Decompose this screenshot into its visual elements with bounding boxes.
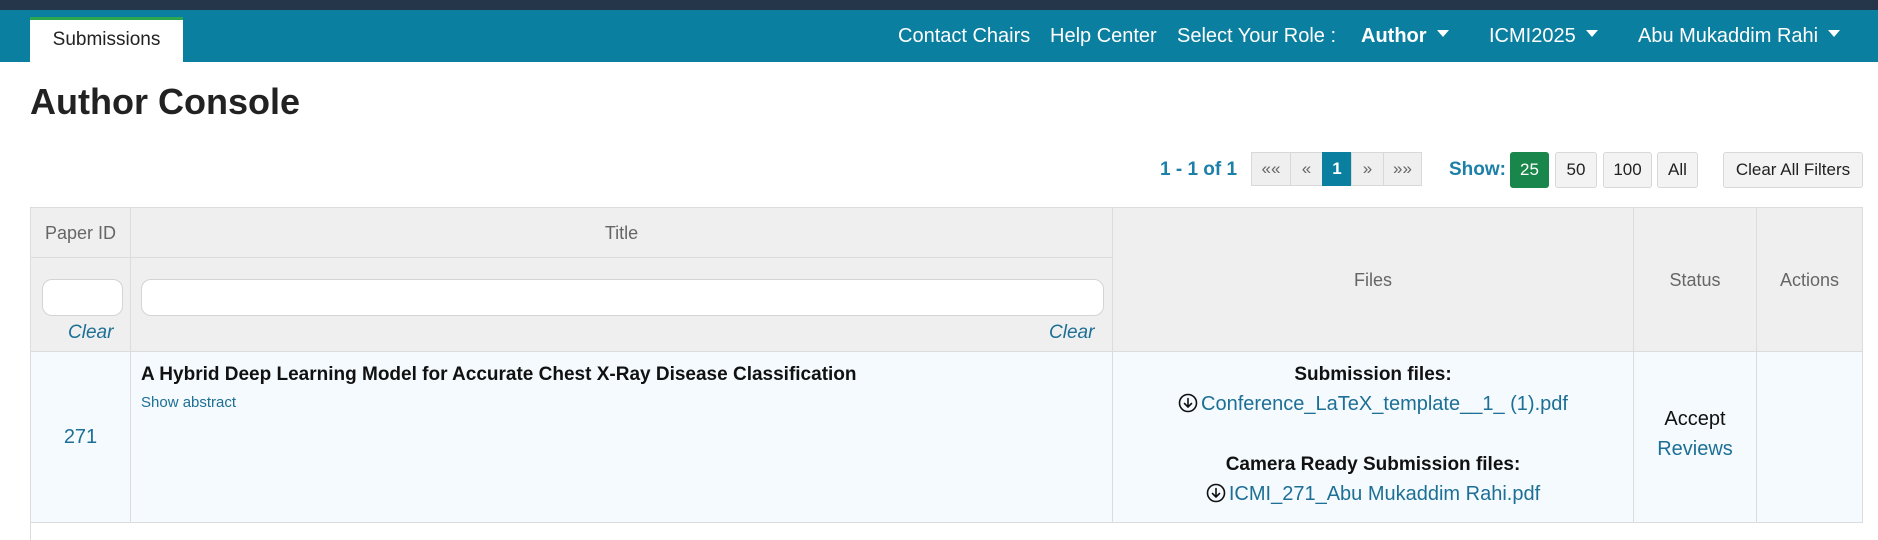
submission-files-label: Submission files: (1294, 364, 1452, 385)
download-icon (1206, 483, 1226, 503)
page-size-all-button[interactable]: All (1657, 152, 1698, 188)
paper-id-filter-input[interactable] (42, 279, 123, 316)
first-page-button[interactable]: «« (1251, 152, 1291, 186)
table-row-actions (1757, 352, 1863, 523)
conference-value: ICMI2025 (1489, 25, 1576, 47)
caret-down-icon (1585, 30, 1598, 38)
show-label: Show: (1449, 159, 1506, 180)
last-page-button[interactable]: »» (1383, 152, 1422, 186)
filter-cell-paper-id: Clear (30, 258, 131, 352)
next-page-button[interactable]: » (1351, 152, 1384, 186)
table-left-border (30, 523, 31, 540)
show-abstract-link[interactable]: Show abstract (141, 394, 236, 411)
tab-submissions[interactable]: Submissions (30, 17, 183, 63)
contact-chairs-link[interactable]: Contact Chairs (898, 24, 1030, 48)
submission-file-link[interactable]: Conference_LaTeX_template__1_ (1).pdf (1201, 393, 1568, 415)
clear-paper-id-filter-link[interactable]: Clear (68, 322, 113, 344)
table-row-status: Accept Reviews (1634, 352, 1757, 523)
camera-ready-files-label: Camera Ready Submission files: (1225, 454, 1521, 475)
header-paper-id: Paper ID (30, 207, 131, 258)
result-range: 1 - 1 of 1 (1160, 159, 1238, 180)
paper-id-link[interactable]: 271 (64, 426, 97, 448)
camera-ready-file-link[interactable]: ICMI_271_Abu Mukaddim Rahi.pdf (1229, 483, 1540, 505)
table-row-title: A Hybrid Deep Learning Model for Accurat… (131, 352, 1113, 523)
filter-cell-title: Clear (131, 258, 1113, 352)
reviews-link[interactable]: Reviews (1634, 438, 1756, 461)
download-icon (1178, 393, 1198, 413)
navbar: Submissions Contact Chairs Help Center S… (0, 10, 1878, 63)
header-status: Status (1634, 207, 1757, 352)
submission-file-item: Conference_LaTeX_template__1_ (1).pdf (1113, 393, 1633, 416)
conference-dropdown[interactable]: ICMI2025 (1489, 24, 1598, 48)
prev-page-button[interactable]: « (1290, 152, 1323, 186)
page-size-100-button[interactable]: 100 (1603, 152, 1652, 188)
header-actions: Actions (1757, 207, 1863, 352)
status-value: Accept (1664, 408, 1726, 430)
current-page-button[interactable]: 1 (1322, 152, 1352, 186)
title-filter-input[interactable] (141, 279, 1104, 316)
role-label: Select Your Role : (1177, 25, 1336, 47)
header-title: Title (131, 207, 1113, 258)
caret-down-icon (1436, 30, 1449, 38)
page-size-25-button[interactable]: 25 (1510, 152, 1549, 188)
page-title: Author Console (30, 81, 300, 122)
table-row-files: Submission files: Conference_LaTeX_templ… (1113, 352, 1634, 523)
user-name: Abu Mukaddim Rahi (1638, 25, 1819, 47)
page-size-50-button[interactable]: 50 (1555, 152, 1597, 188)
user-menu-dropdown[interactable]: Abu Mukaddim Rahi (1638, 24, 1841, 48)
clear-title-filter-link[interactable]: Clear (1049, 322, 1094, 344)
camera-ready-file-item: ICMI_271_Abu Mukaddim Rahi.pdf (1113, 483, 1633, 506)
table-row-paper-id: 271 (30, 352, 131, 523)
top-strip (0, 0, 1878, 10)
submissions-table: Paper ID Title Files Status Actions Clea… (30, 207, 1863, 540)
header-files: Files (1113, 207, 1634, 352)
caret-down-icon (1828, 30, 1841, 38)
help-center-link[interactable]: Help Center (1050, 24, 1157, 48)
clear-all-filters-button[interactable]: Clear All Filters (1723, 152, 1863, 188)
paper-title: A Hybrid Deep Learning Model for Accurat… (141, 364, 857, 385)
role-value: Author (1361, 25, 1427, 47)
pagination: «« « 1 » »» (1251, 152, 1422, 186)
role-dropdown[interactable]: Author (1361, 24, 1449, 48)
